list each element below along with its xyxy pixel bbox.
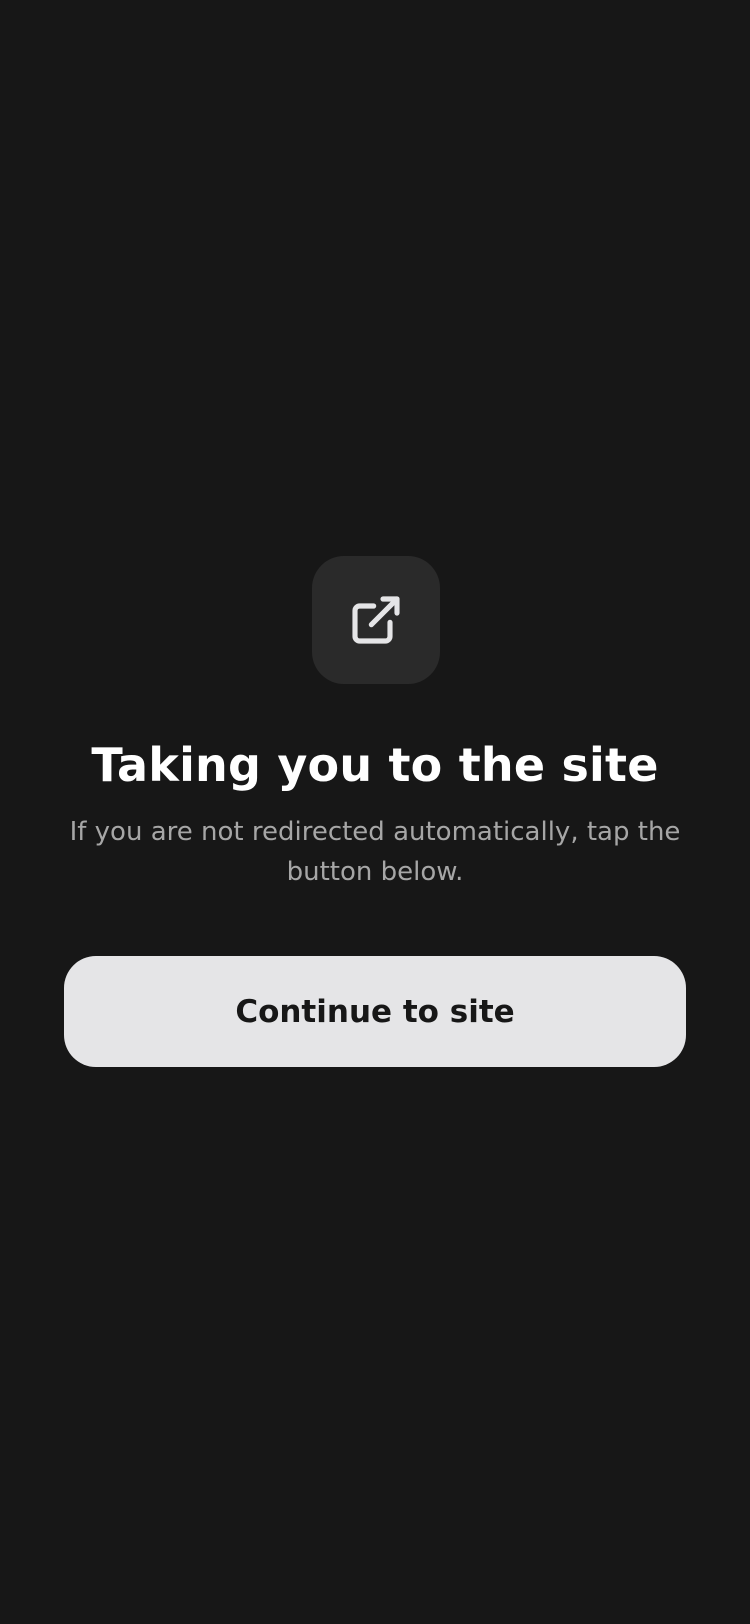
continue-to-site-button[interactable]: Continue to site	[64, 956, 686, 1067]
page-title: Taking you to the site	[91, 738, 659, 792]
redirect-message: If you are not redirected automatically,…	[69, 817, 681, 887]
icon-tile	[312, 556, 440, 684]
redirect-screen: Taking you to the site If you are not re…	[0, 0, 750, 1624]
external-link-icon	[348, 592, 404, 648]
